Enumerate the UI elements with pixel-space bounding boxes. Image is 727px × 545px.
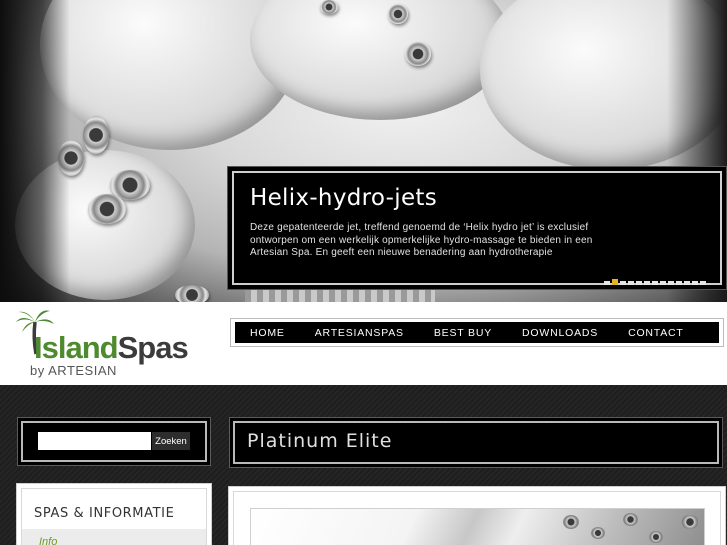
logo-wordmark: IslandSpas [34,330,189,365]
slide-dot[interactable] [660,281,666,285]
spa-seat-image [250,0,510,120]
page-title: Platinum Elite [247,430,393,452]
product-image [250,508,705,545]
nav-contact[interactable]: CONTACT [613,327,699,339]
slide-dot[interactable] [636,281,642,285]
slide-dot[interactable] [668,281,674,285]
main-navigation: HOME ARTESIANSPAS BEST BUY DOWNLOADS CON… [235,322,719,343]
main-panel [228,486,726,545]
sidebar-item-info[interactable]: Info [22,529,206,545]
slide-dot[interactable] [684,281,690,285]
spa-step-image [245,288,435,302]
spa-jet-image [405,42,431,66]
nav-artesianspas[interactable]: ARTESIANSPAS [300,327,419,339]
slide-dot[interactable] [628,281,634,285]
sidebar-panel: SPAS & INFORMATIE Info [16,483,212,545]
island-spas-logo[interactable]: IslandSpas by ARTESIAN [14,308,199,380]
spa-jet-image [563,515,579,529]
main-navigation-frame: HOME ARTESIANSPAS BEST BUY DOWNLOADS CON… [230,318,724,347]
spa-jet-image [88,194,126,224]
search-button[interactable]: Zoeken [152,432,190,450]
slide-title: Helix-hydro-jets [250,185,438,211]
slide-dot[interactable] [700,281,706,285]
search-input[interactable] [38,432,151,450]
spa-jet-image [83,116,109,154]
slide-dot[interactable] [612,279,618,285]
content-area: Zoeken Platinum Elite SPAS & INFORMATIE … [0,385,727,545]
slide-caption: Helix-hydro-jets Deze gepatenteerde jet,… [227,166,727,290]
slide-dot[interactable] [692,281,698,285]
slide-description: Deze gepatenteerde jet, treffend genoemd… [250,222,593,258]
slide-pagination [604,279,706,285]
sidebar-heading: SPAS & INFORMATIE [34,506,175,521]
slide-dot[interactable] [676,281,682,285]
page-title-panel: Platinum Elite [229,417,723,468]
spa-jet-image [623,513,638,526]
slide-dot[interactable] [644,281,650,285]
sidebar-item-label: Info [39,536,58,545]
spa-jet-image [681,515,699,529]
spa-jet-image [320,0,338,14]
slide-dot[interactable] [652,281,658,285]
nav-home[interactable]: HOME [235,327,300,339]
nav-best-buy[interactable]: BEST BUY [419,327,507,339]
nav-downloads[interactable]: DOWNLOADS [507,327,613,339]
hero-slider: Helix-hydro-jets Deze gepatenteerde jet,… [0,0,727,302]
spa-jet-image [591,527,605,539]
site-header: IslandSpas by ARTESIAN HOME ARTESIANSPAS… [0,302,727,385]
spa-jet-image [388,4,408,24]
slide-dot[interactable] [620,281,626,285]
spa-jet-image [649,531,663,543]
spa-jet-image [175,285,209,302]
logo-tagline: by ARTESIAN [30,363,117,378]
slide-dot[interactable] [604,281,610,285]
